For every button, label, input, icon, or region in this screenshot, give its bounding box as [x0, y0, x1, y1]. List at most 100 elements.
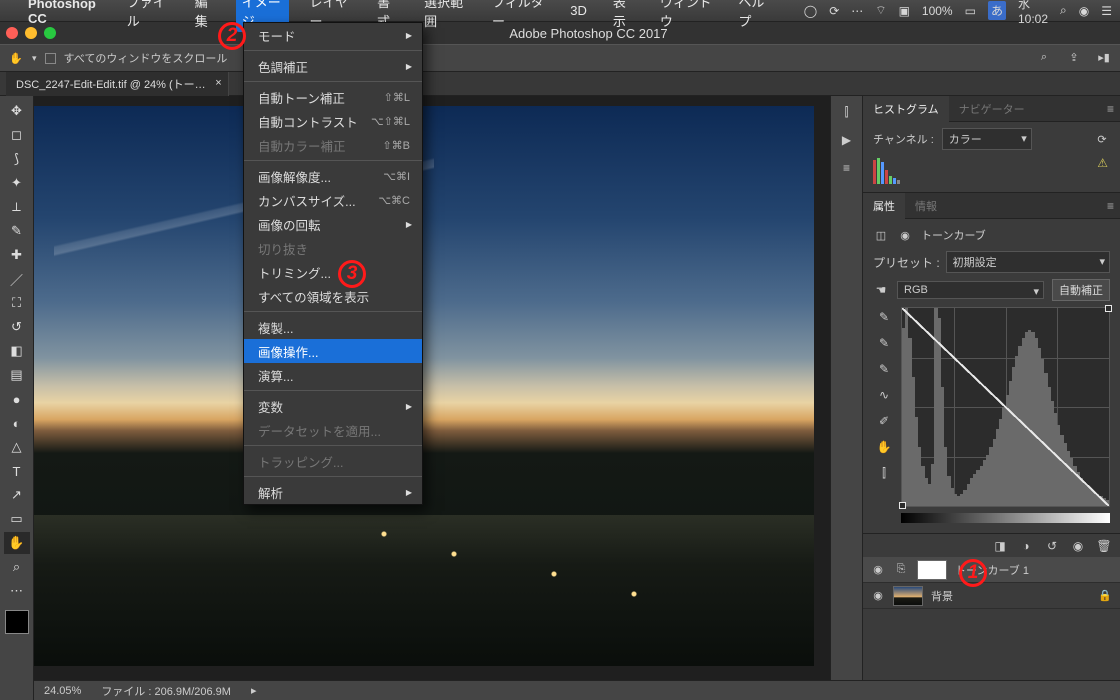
marquee-tool-icon[interactable]: ◻ [4, 124, 30, 146]
menu-item[interactable]: 変数▶ [244, 394, 422, 418]
sync-icon[interactable]: ⟳ [829, 4, 839, 18]
display-icon[interactable]: ▣ [899, 4, 910, 18]
menu-item[interactable]: 演算... [244, 363, 422, 387]
heal-tool-icon[interactable]: ✚ [4, 244, 30, 266]
scroll-all-checkbox[interactable] [45, 53, 56, 64]
panel-menu-icon[interactable]: ≡ [1107, 199, 1114, 213]
histogram-rail-icon[interactable]: ⫿ [839, 104, 855, 120]
preset-select[interactable]: 初期設定▾ [946, 251, 1110, 273]
sample-white-icon[interactable]: ✎ [876, 361, 892, 377]
trash-icon[interactable]: 🗑 [1096, 538, 1112, 554]
menu-item[interactable]: すべての領域を表示 [244, 284, 422, 308]
curve-pencil-icon[interactable]: ✐ [876, 413, 892, 429]
shape-tool-icon[interactable]: ▭ [4, 508, 30, 530]
curve-point-white[interactable] [1105, 305, 1112, 312]
path-tool-icon[interactable]: ↗ [4, 484, 30, 506]
menu-item[interactable]: 複製... [244, 315, 422, 339]
move-tool-icon[interactable]: ✥ [4, 100, 30, 122]
status-chevron-icon[interactable]: ▸ [251, 684, 257, 697]
curves-graph[interactable] [901, 307, 1110, 507]
sample-gray-icon[interactable]: ✎ [876, 335, 892, 351]
adjust-rail-icon[interactable]: ≡ [839, 160, 855, 176]
menu-item[interactable]: 画像解像度...⌥⌘I [244, 164, 422, 188]
curve-hist-icon[interactable]: ⫿ [876, 465, 892, 481]
ime-indicator[interactable]: あ [988, 1, 1006, 20]
channel-select[interactable]: カラー▾ [942, 128, 1032, 150]
warning-icon[interactable]: ⚠ [1097, 156, 1108, 170]
eyedropper-tool-icon[interactable]: ✎ [4, 220, 30, 242]
document-tab[interactable]: DSC_2247-Edit-Edit.tif @ 24% (トー… × [6, 72, 229, 96]
cloud-icon[interactable]: ◯ [804, 4, 817, 18]
search-icon[interactable]: ⌕ [1036, 49, 1052, 65]
prev-state-icon[interactable]: ◑ [1018, 538, 1034, 554]
zoom-level[interactable]: 24.05% [44, 685, 81, 697]
gradient-tool-icon[interactable]: ▤ [4, 364, 30, 386]
menu-item[interactable]: 画像の回転▶ [244, 212, 422, 236]
share-icon[interactable]: ⇪ [1066, 49, 1082, 65]
layer-thumb-image[interactable] [893, 586, 923, 606]
curve-point-icon[interactable]: ∿ [876, 387, 892, 403]
auto-button[interactable]: 自動補正 [1052, 279, 1110, 301]
menu-3d[interactable]: 3D [564, 1, 593, 20]
menu-item[interactable]: 解析▶ [244, 480, 422, 504]
curve-hand-icon[interactable]: ✋ [876, 439, 892, 455]
tab-navigator[interactable]: ナビゲーター [949, 96, 1035, 122]
caret-down-icon[interactable]: ▾ [32, 53, 37, 64]
visibility-toggle-icon[interactable]: ◉ [871, 589, 885, 602]
input-slider[interactable] [901, 513, 1110, 523]
eraser-tool-icon[interactable]: ◧ [4, 340, 30, 362]
curve-point-black[interactable] [899, 502, 906, 509]
hand-tool-icon[interactable]: ✋ [4, 532, 30, 554]
toolbox-more-icon[interactable]: ⋯ [4, 580, 30, 602]
sample-black-icon[interactable]: ✎ [876, 309, 892, 325]
reset-icon[interactable]: ↺ [1044, 538, 1060, 554]
menu-app[interactable]: Photoshop CC [22, 0, 107, 28]
brush-tool-icon[interactable]: ／ [4, 268, 30, 290]
wifi-icon[interactable]: ⌔ [875, 3, 886, 18]
close-window-icon[interactable] [6, 27, 18, 39]
dodge-tool-icon[interactable]: ◐ [4, 412, 30, 434]
layer-thumb-mask[interactable] [917, 560, 947, 580]
link-icon[interactable]: ⎘ [893, 562, 909, 578]
crop-tool-icon[interactable]: ⟂ [4, 196, 30, 218]
pen-tool-icon[interactable]: △ [4, 436, 30, 458]
menu-item[interactable]: モード▶ [244, 23, 422, 47]
panel-menu-icon[interactable]: ≡ [1107, 102, 1114, 116]
tab-histogram[interactable]: ヒストグラム [863, 96, 949, 122]
color-swatch[interactable] [5, 610, 29, 634]
dot-icon[interactable]: ⋯ [851, 4, 863, 18]
play-rail-icon[interactable]: ▶ [839, 132, 855, 148]
history-brush-tool-icon[interactable]: ↺ [4, 316, 30, 338]
menu-item[interactable]: カンバスサイズ...⌥⌘C [244, 188, 422, 212]
siri-icon[interactable]: ◉ [1079, 4, 1089, 18]
battery-icon[interactable]: ▭ [965, 4, 976, 18]
type-tool-icon[interactable]: T [4, 460, 30, 482]
close-tab-icon[interactable]: × [215, 77, 221, 89]
lasso-tool-icon[interactable]: ⟆ [4, 148, 30, 170]
minimize-window-icon[interactable] [25, 27, 37, 39]
menu-item[interactable]: 自動トーン補正⇧⌘L [244, 85, 422, 109]
tab-info[interactable]: 情報 [905, 193, 947, 219]
stamp-tool-icon[interactable]: ⛶ [4, 292, 30, 314]
canvas[interactable] [34, 96, 830, 700]
wand-tool-icon[interactable]: ✦ [4, 172, 30, 194]
spotlight-icon[interactable]: ⌕ [1060, 3, 1067, 18]
hand-tool-icon[interactable]: ✋ [8, 50, 24, 66]
clip-icon[interactable]: ◨ [992, 538, 1008, 554]
notif-icon[interactable]: ☰ [1101, 4, 1112, 18]
zoom-tool-icon[interactable]: ⌕ [4, 556, 30, 578]
menu-item[interactable]: 画像操作... [244, 339, 422, 363]
clock[interactable]: 水 10:02 [1018, 0, 1048, 26]
channel-rgb-select[interactable]: RGB▾ [897, 281, 1044, 299]
menu-item[interactable]: トリミング... [244, 260, 422, 284]
layer-row-curves[interactable]: ◉ ⎘ トーンカーブ 1 [863, 557, 1120, 583]
panel-menu-icon[interactable]: ▸▮ [1096, 49, 1112, 65]
zoom-window-icon[interactable] [44, 27, 56, 39]
visibility-icon[interactable]: ◉ [1070, 538, 1086, 554]
visibility-toggle-icon[interactable]: ◉ [871, 563, 885, 576]
finger-icon[interactable]: ☚ [873, 282, 889, 298]
layer-row-bg[interactable]: ◉ 背景 🔒 [863, 583, 1120, 609]
refresh-icon[interactable]: ⟳ [1094, 131, 1110, 147]
blur-tool-icon[interactable]: ● [4, 388, 30, 410]
tab-properties[interactable]: 属性 [863, 193, 905, 219]
